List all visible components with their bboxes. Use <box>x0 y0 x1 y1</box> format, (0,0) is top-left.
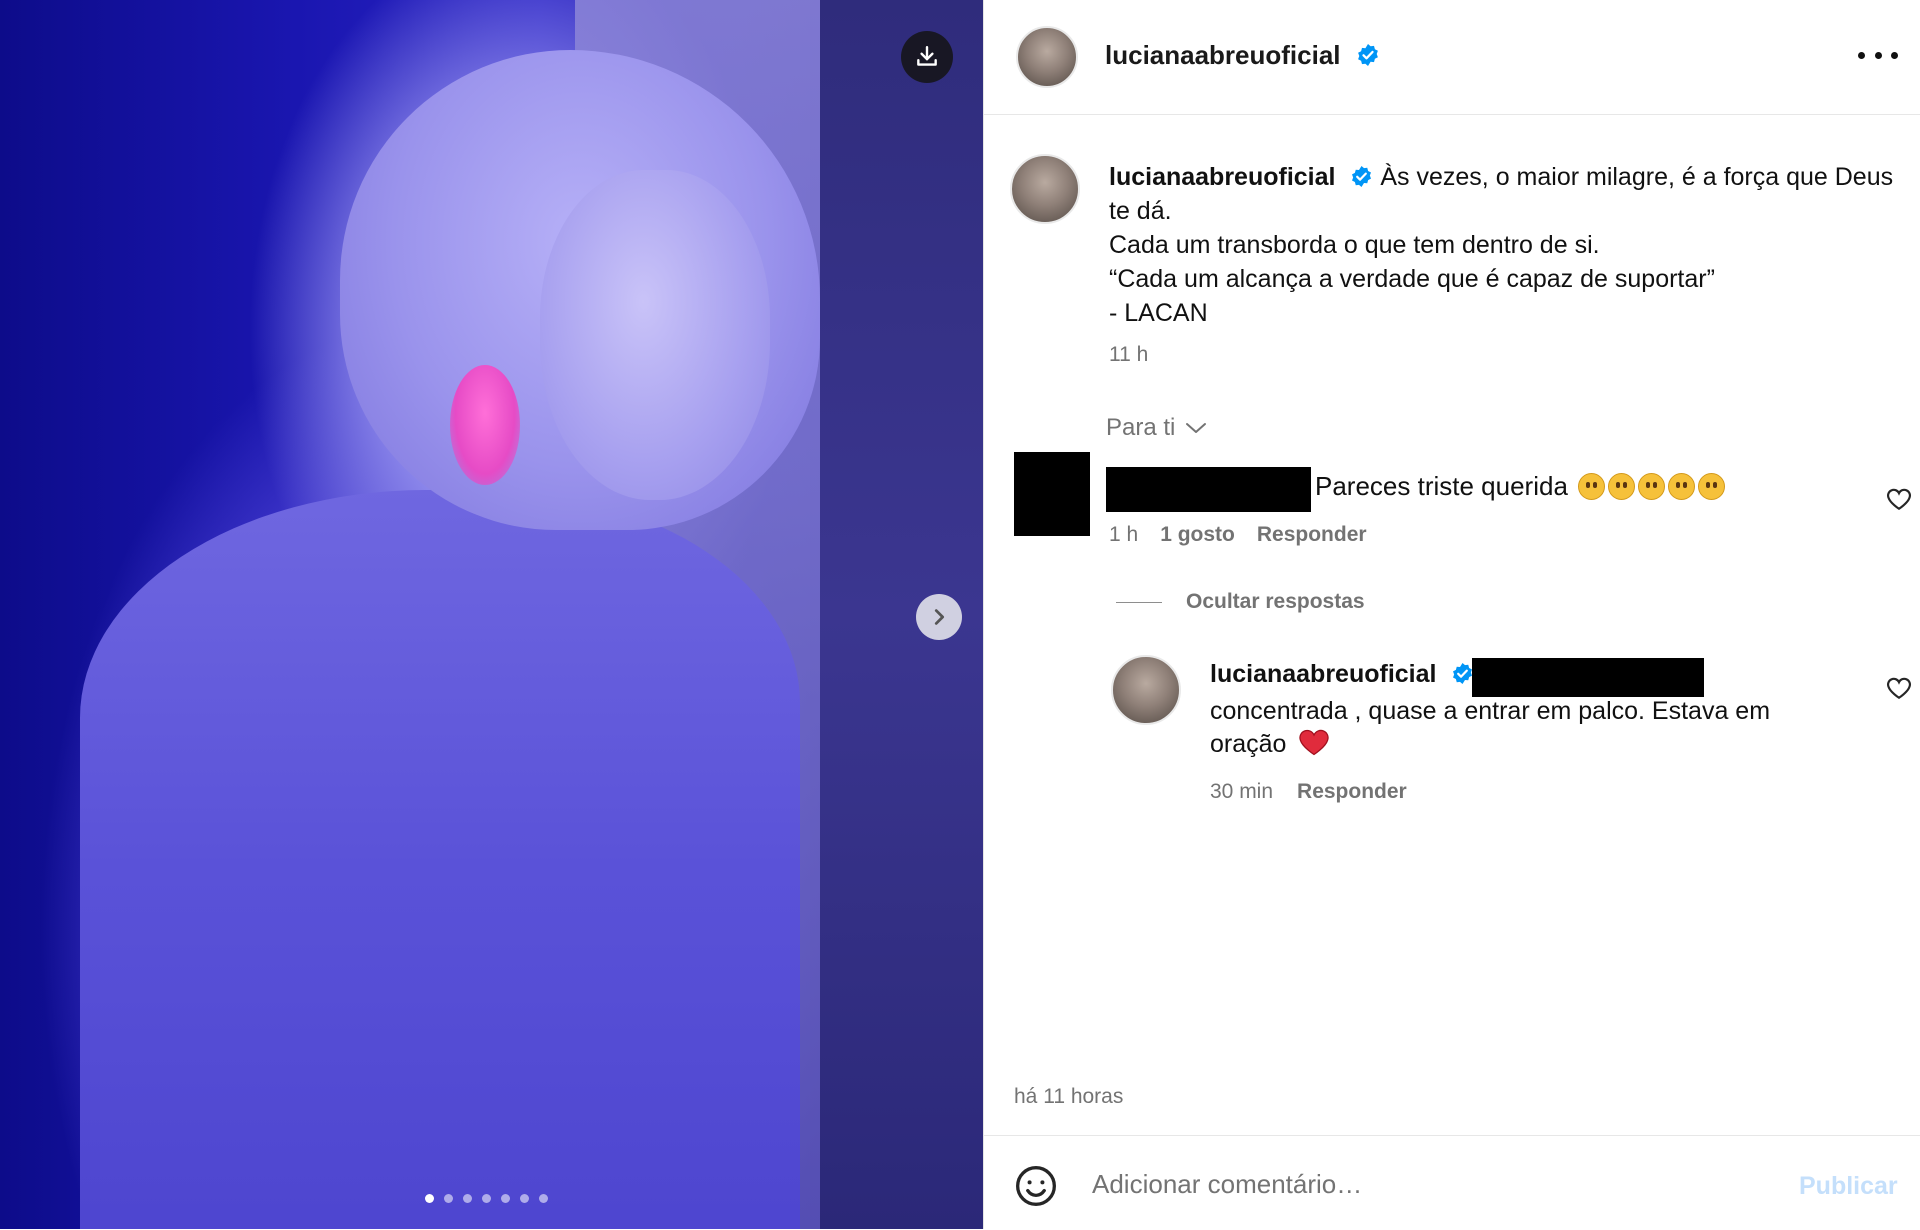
reply-avatar[interactable] <box>1111 655 1181 725</box>
caption-username[interactable]: lucianaabreuoficial <box>1109 163 1335 191</box>
download-icon <box>917 46 937 66</box>
comment-meta: 1 h 1 gosto Responder <box>1109 523 1367 547</box>
carousel-indicator <box>425 1194 548 1203</box>
comment-text-content: Pareces triste querida <box>1315 471 1568 501</box>
comment-like-heart-icon[interactable] <box>1886 487 1912 511</box>
sad-face-emoji-icon <box>1638 473 1666 500</box>
hide-replies-toggle[interactable]: Ocultar respostas <box>1116 590 1365 614</box>
red-heart-emoji-icon <box>1299 729 1330 756</box>
verified-badge-icon <box>1352 165 1372 188</box>
comment-likes[interactable]: 1 gosto <box>1160 523 1235 547</box>
author-username-text[interactable]: lucianaabreuoficial <box>1105 40 1341 70</box>
reply-reply-button[interactable]: Responder <box>1297 780 1407 804</box>
caption-line: - LACAN <box>1109 299 1208 327</box>
comment-sort-dropdown[interactable]: Para ti <box>1106 414 1207 442</box>
photo-figure-face <box>540 170 770 500</box>
hide-replies-label: Ocultar respostas <box>1186 590 1365 613</box>
sad-face-emoji-icon <box>1608 473 1636 500</box>
emoji-picker-icon[interactable] <box>1014 1164 1058 1208</box>
sad-face-emoji-icon <box>1668 473 1696 500</box>
publish-button[interactable]: Publicar <box>1799 1172 1898 1201</box>
sad-face-emoji-icon <box>1578 473 1606 500</box>
carousel-dot <box>463 1194 472 1203</box>
carousel-next-button[interactable] <box>916 594 962 640</box>
post-side-panel: lucianaabreuoficial lucianaabreuoficial … <box>983 0 1920 1229</box>
sad-face-emoji-icon <box>1698 473 1726 500</box>
photo-earring <box>450 365 520 485</box>
comment-sort-label: Para ti <box>1106 414 1176 441</box>
comment-input[interactable] <box>1090 1158 1734 1210</box>
comment-reply-button[interactable]: Responder <box>1257 523 1367 547</box>
reply-text: concentrada , quase a entrar em palco. E… <box>1210 695 1850 761</box>
reply-username-text[interactable]: lucianaabreuoficial <box>1210 660 1436 688</box>
verified-badge-icon <box>1453 662 1473 685</box>
sad-face-emoji-icons <box>1575 471 1726 501</box>
caption-timestamp[interactable]: 11 h <box>1109 343 1148 367</box>
photo-figure-jacket <box>80 490 800 1229</box>
divider-line <box>1116 601 1162 603</box>
carousel-dot <box>444 1194 453 1203</box>
mentioned-user-redacted[interactable] <box>1472 658 1704 697</box>
more-horizontal-icon <box>1858 51 1865 59</box>
chevron-down-icon <box>1186 423 1207 433</box>
comment-text: Pareces triste querida <box>1315 471 1726 502</box>
carousel-dot <box>520 1194 529 1203</box>
carousel-dot <box>482 1194 491 1203</box>
reply-text-content: concentrada , quase a entrar em palco. E… <box>1210 697 1771 758</box>
caption-text: lucianaabreuoficial Às vezes, o maior mi… <box>1109 160 1899 330</box>
reply-like-heart-icon[interactable] <box>1886 676 1912 700</box>
reply-meta: 30 min Responder <box>1210 780 1407 804</box>
commenter-avatar-redacted[interactable] <box>1014 452 1090 536</box>
author-avatar[interactable] <box>1016 26 1078 88</box>
carousel-dot <box>425 1194 434 1203</box>
reply-username[interactable]: lucianaabreuoficial <box>1210 660 1474 689</box>
chevron-right-icon <box>934 609 945 625</box>
comment-timestamp[interactable]: 1 h <box>1109 523 1138 547</box>
caption-line: Cada um transborda o que tem dentro de s… <box>1109 231 1600 259</box>
post-timestamp[interactable]: há 11 horas <box>1014 1085 1123 1109</box>
caption-line: “Cada um alcança a verdade que é capaz d… <box>1109 265 1715 293</box>
more-options-button[interactable] <box>1858 40 1898 70</box>
add-comment-bar: Publicar <box>984 1135 1920 1230</box>
caption-avatar[interactable] <box>1010 154 1080 224</box>
verified-badge-icon <box>1357 44 1378 66</box>
author-username[interactable]: lucianaabreuoficial <box>1105 40 1380 71</box>
post-photo[interactable] <box>0 0 983 1229</box>
download-button[interactable] <box>901 31 953 83</box>
post-header: lucianaabreuoficial <box>984 0 1920 115</box>
commenter-username-redacted[interactable] <box>1106 467 1311 512</box>
carousel-dot <box>501 1194 510 1203</box>
reply-timestamp[interactable]: 30 min <box>1210 780 1273 804</box>
carousel-dot <box>539 1194 548 1203</box>
